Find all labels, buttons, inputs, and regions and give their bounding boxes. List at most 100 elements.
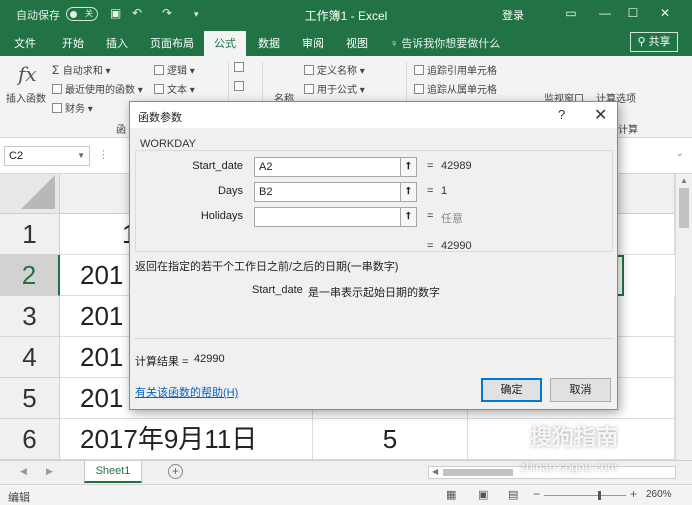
minimize-icon[interactable]: — — [594, 4, 616, 22]
tab-page-layout[interactable]: 页面布局 — [150, 35, 194, 51]
row-header[interactable]: 2 — [0, 255, 60, 296]
zoom-in-icon[interactable]: + — [630, 487, 637, 501]
share-button[interactable]: ⚲ 共享 — [630, 32, 678, 52]
arg-result-start-date: 42989 — [441, 160, 472, 172]
arg-result-holidays: 任意 — [441, 213, 463, 225]
row-header[interactable]: 5 — [0, 378, 60, 419]
tab-file[interactable]: 文件 — [14, 35, 36, 51]
autosum-button[interactable]: Σ 自动求和 ▾ — [52, 62, 111, 77]
trace-arrow-icon — [414, 84, 424, 94]
text-label: 文本 — [167, 85, 187, 96]
close-window-icon[interactable]: ✕ — [654, 4, 676, 22]
sheet-tab-sheet1[interactable]: Sheet1 — [84, 461, 142, 483]
h-scroll-thumb[interactable] — [443, 469, 513, 476]
autosum-label: 自动求和 — [62, 66, 103, 77]
zoom-out-icon[interactable]: − — [533, 487, 540, 501]
vertical-scrollbar[interactable]: ▲ — [675, 174, 692, 460]
chevron-down-icon[interactable]: ▼ — [77, 147, 85, 165]
window-title: 工作簿1 - Excel — [304, 9, 388, 23]
expand-formula-bar-icon[interactable]: ⌄ — [676, 148, 684, 159]
row-header[interactable]: 6 — [0, 419, 60, 460]
collapse-dialog-icon[interactable]: ⭡ — [400, 157, 417, 177]
page-break-view-icon[interactable]: ▤ — [508, 488, 518, 501]
zoom-slider-thumb[interactable] — [598, 491, 601, 500]
name-box[interactable]: C2 ▼ — [4, 146, 90, 166]
arg-equals: = — [427, 160, 434, 172]
math-icon[interactable] — [234, 81, 247, 93]
lightbulb-icon: ♀ — [390, 38, 402, 50]
text-button[interactable]: 文本 ▾ — [154, 81, 195, 96]
arg-label-start-date: Start_date — [192, 160, 243, 172]
ribbon-display-icon[interactable]: ▭ — [560, 4, 582, 22]
status-bar: 编辑 ▦ ▣ ▤ − + 260% — [0, 484, 692, 505]
formula-icon — [304, 84, 314, 94]
lookup-icon[interactable] — [234, 62, 247, 74]
use-in-formula-button[interactable]: 用于公式 ▾ — [304, 81, 365, 96]
arg-label-holidays: Holidays — [200, 210, 243, 222]
function-help-link[interactable]: 有关该函数的帮助(H) — [135, 384, 238, 400]
logical-icon — [154, 65, 164, 75]
arg-input-start-date[interactable]: A2 — [254, 157, 417, 177]
add-sheet-icon[interactable]: + — [168, 464, 183, 479]
zoom-slider[interactable] — [544, 495, 626, 496]
cancel-button[interactable]: 取消 — [550, 378, 611, 402]
financial-label: 财务 — [65, 104, 85, 115]
tab-review[interactable]: 审阅 — [302, 35, 324, 51]
cell-b6[interactable]: 5 — [313, 419, 468, 460]
row-header[interactable]: 1 — [0, 214, 60, 255]
ok-button[interactable]: 确定 — [481, 378, 542, 402]
tell-me-search[interactable]: ♀ 告诉我你想要做什么 — [390, 35, 500, 51]
close-icon[interactable]: ✕ — [594, 105, 607, 125]
formula-result-inline: 42990 — [441, 240, 472, 252]
arg-label-days: Days — [217, 185, 243, 197]
recent-label: 最近使用的函数 — [65, 85, 135, 96]
tab-view[interactable]: 视图 — [346, 35, 368, 51]
tab-home[interactable]: 开始 — [62, 35, 84, 51]
current-arg-name: Start_date — [252, 284, 303, 296]
row-header[interactable]: 3 — [0, 296, 60, 337]
collapse-dialog-icon[interactable]: ⭡ — [400, 182, 417, 202]
financial-button[interactable]: 财务 ▾ — [52, 100, 93, 115]
define-name-button[interactable]: 定义名称 ▾ — [304, 62, 365, 77]
calculation-group-label: 计算 — [618, 125, 638, 136]
page-layout-view-icon[interactable]: ▣ — [478, 488, 488, 501]
fx-icon[interactable]: fx — [18, 62, 37, 86]
trace-dependents-button[interactable]: 追踪从属单元格 — [414, 81, 497, 96]
tab-formulas[interactable]: 公式 — [204, 31, 246, 56]
ribbon-tabs: 文件 开始 插入 页面布局 公式 数据 审阅 视图 ♀ 告诉我你想要做什么 ⚲ … — [0, 28, 692, 56]
trace-precedents-label: 追踪引用单元格 — [427, 66, 497, 77]
calc-result-label: 计算结果 = — [135, 356, 189, 368]
dialog-title: 函数参数 — [138, 112, 182, 124]
recent-functions-button[interactable]: 最近使用的函数 ▾ — [52, 81, 143, 96]
login-link[interactable]: 登录 — [502, 7, 524, 23]
sigma-icon: Σ — [52, 63, 63, 77]
tab-insert[interactable]: 插入 — [106, 35, 128, 51]
dialog-title-bar: 函数参数 ? ✕ — [130, 102, 617, 128]
prev-sheet-icon[interactable]: ◀ — [20, 466, 27, 477]
arg-input-holidays[interactable] — [254, 207, 417, 227]
scroll-left-icon[interactable]: ◀ — [432, 467, 438, 476]
cell-a6[interactable]: 2017年9月11日 — [60, 419, 313, 460]
tab-data[interactable]: 数据 — [258, 35, 280, 51]
share-label: 共享 — [648, 36, 671, 48]
zoom-level[interactable]: 260% — [646, 489, 672, 500]
watermark-logo: 搜狗指南 — [530, 425, 619, 450]
function-name: WORKDAY — [140, 138, 197, 150]
text-icon — [154, 84, 164, 94]
select-all-corner[interactable] — [0, 174, 60, 214]
arg-input-days[interactable]: B2 — [254, 182, 417, 202]
status-mode: 编辑 — [8, 492, 30, 504]
trace-precedents-button[interactable]: 追踪引用单元格 — [414, 62, 497, 77]
star-icon — [52, 84, 62, 94]
formula-bar-dots: ⋮ — [98, 149, 109, 161]
maximize-icon[interactable]: ☐ — [622, 4, 644, 22]
normal-view-icon[interactable]: ▦ — [446, 488, 456, 501]
scroll-thumb[interactable] — [679, 188, 689, 228]
logical-button[interactable]: 逻辑 ▾ — [154, 62, 195, 77]
collapse-dialog-icon[interactable]: ⭡ — [400, 207, 417, 227]
insert-function-button[interactable]: 插入函数 — [6, 90, 46, 105]
scroll-up-icon[interactable]: ▲ — [680, 176, 688, 185]
row-header[interactable]: 4 — [0, 337, 60, 378]
next-sheet-icon[interactable]: ▶ — [46, 466, 53, 477]
help-icon[interactable]: ? — [558, 107, 565, 122]
